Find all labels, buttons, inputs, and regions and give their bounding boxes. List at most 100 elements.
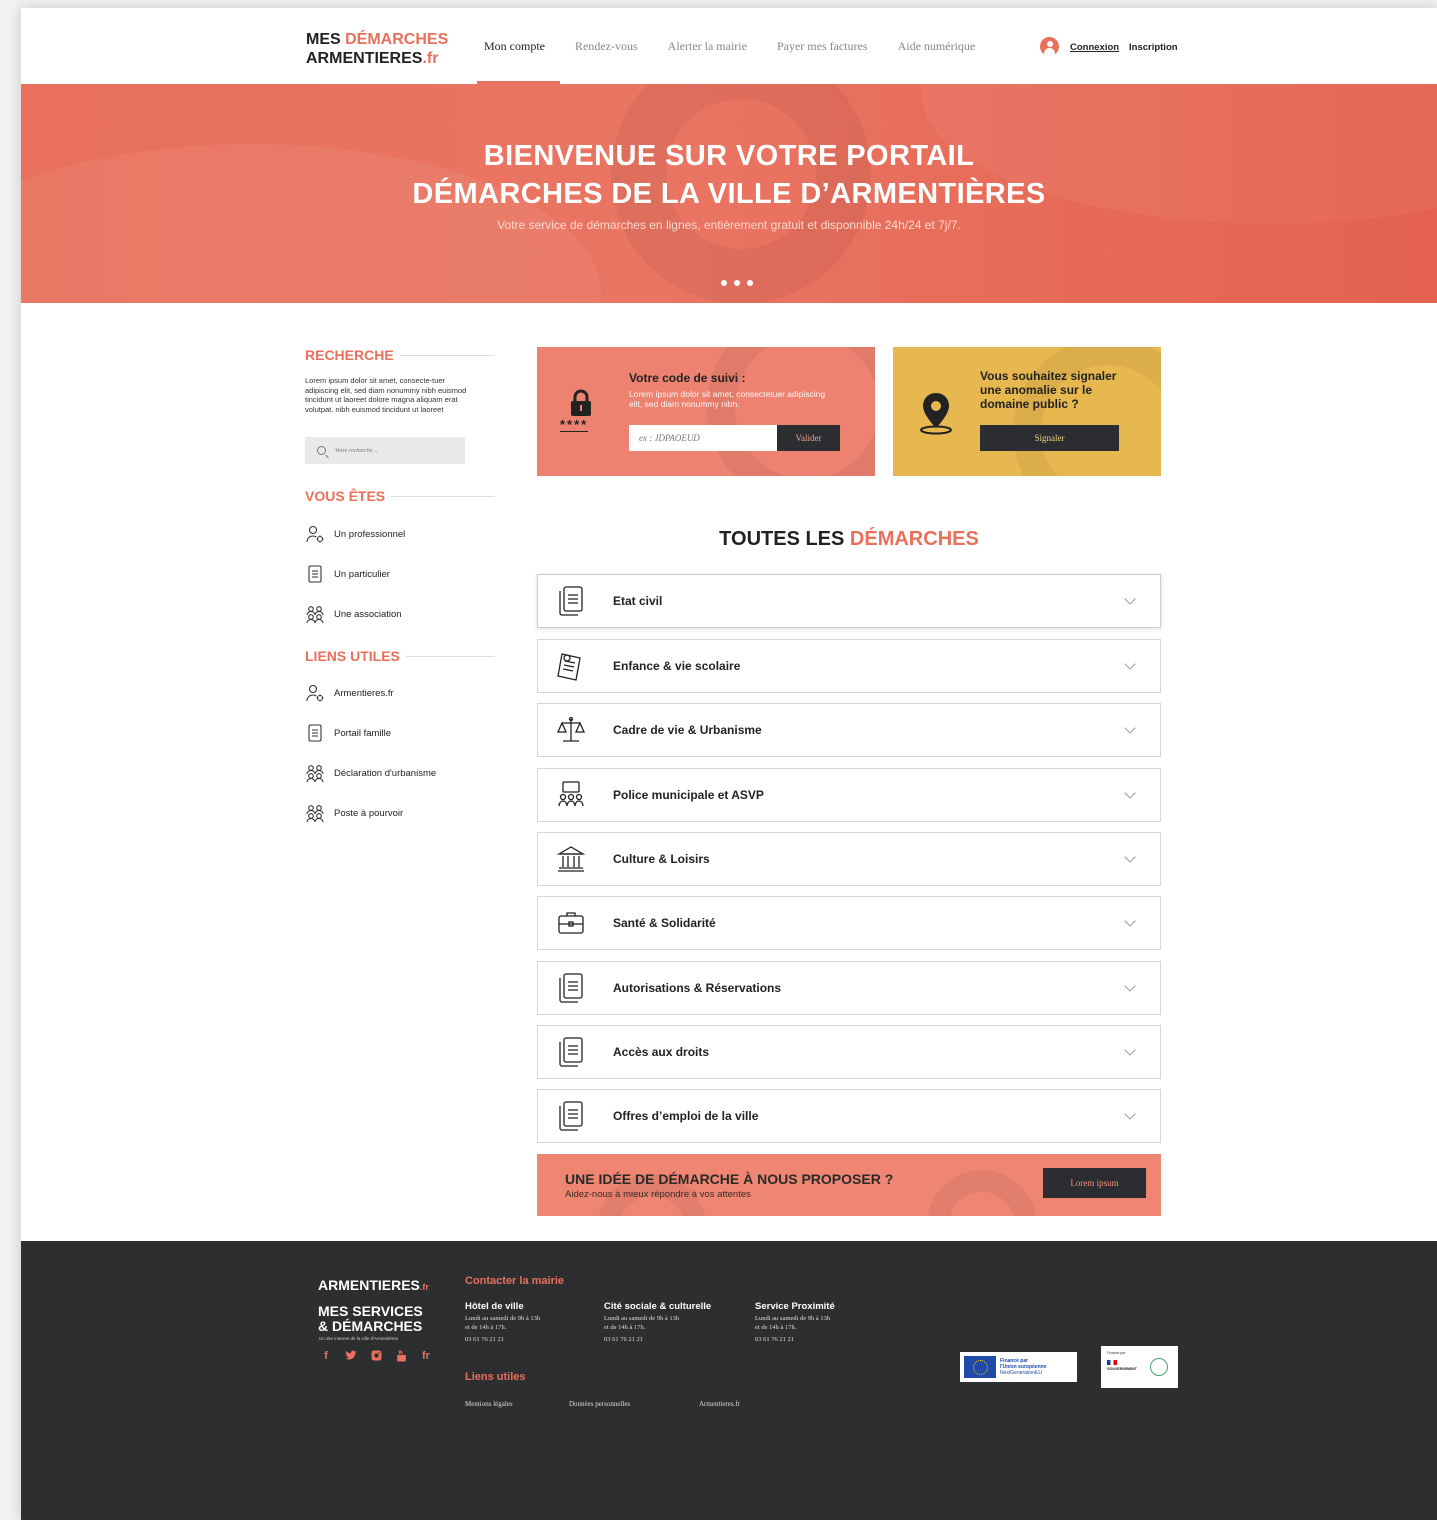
social-links: f fr [319, 1350, 433, 1365]
sidebar-link-urbanisme[interactable]: Déclaration d'urbanisme [305, 753, 436, 793]
sidebar-item-label: Poste à pourvoir [334, 807, 404, 819]
contact-phone[interactable]: 03 61 76 21 21 [465, 1336, 540, 1343]
report-anomaly-card: Vous souhaitez signaler une anomalie sur… [893, 347, 1161, 476]
sidebar-link-poste[interactable]: Poste à pourvoir [305, 793, 436, 833]
contact-phone[interactable]: 03 61 76 21 21 [755, 1336, 835, 1343]
card-title: Votre code de suivi : [629, 371, 746, 385]
footer-logo-services[interactable]: MES SERVICES & DÉMARCHES [318, 1304, 423, 1334]
hero-banner: BIENVENUE SUR VOTRE PORTAIL DÉMARCHES DE… [21, 84, 1437, 303]
sidebar-item-label: Un professionnel [334, 528, 406, 540]
contact-hours: Lundi au samedi de 9h à 13h [604, 1315, 680, 1322]
section-title-text: RECHERCHE [305, 347, 394, 363]
carousel-dots [721, 280, 753, 286]
facebook-icon[interactable]: f [319, 1350, 333, 1365]
sidebar-item-association[interactable]: Une association [305, 594, 405, 634]
footer-logo-suffix: .fr [419, 1282, 429, 1292]
accordion-cadre-de-vie[interactable]: Cadre de vie & Urbanisme [537, 703, 1161, 757]
nav-rendez-vous[interactable]: Rendez-vous [560, 8, 653, 84]
instagram-icon[interactable] [369, 1350, 383, 1365]
footer-logo-armentieres[interactable]: ARMENTIERES.fr [318, 1277, 429, 1293]
group-icon [306, 805, 324, 823]
link-armentieres[interactable]: Armentieres.fr [699, 1400, 740, 1408]
card-decoration [1013, 347, 1161, 476]
footer-logo-line: & DÉMARCHES [318, 1318, 423, 1334]
accordion-sante[interactable]: Santé & Solidarité [537, 896, 1161, 950]
search-box[interactable] [305, 437, 465, 464]
title-accent: DÉMARCHES [849, 528, 979, 550]
nav-mon-compte[interactable]: Mon compte [469, 8, 560, 84]
footer-links-title: Liens utiles [465, 1371, 526, 1383]
chevron-down-icon [1124, 1044, 1136, 1056]
idea-title: UNE IDÉE DE DÉMARCHE À NOUS PROPOSER ? [565, 1171, 894, 1187]
accordion-police[interactable]: Police municipale et ASVP [537, 768, 1161, 822]
card-description: Lorem ipsum dolor sit amet, consectetuer… [629, 389, 826, 409]
link-donnees-personnelles[interactable]: Données personnelles [569, 1400, 630, 1408]
twitter-icon[interactable] [344, 1350, 358, 1365]
accordion-etat-civil[interactable]: Etat civil [537, 574, 1161, 628]
nav-payer-factures[interactable]: Payer mes factures [762, 8, 883, 84]
idea-subtitle: Aidez-nous à mieux répondre à vos attent… [565, 1189, 751, 1200]
gov-badge-name: GOUVERNEMENT [1107, 1367, 1137, 1371]
search-section-title: RECHERCHE [305, 347, 495, 363]
page: MES DÉMARCHES ARMENTIERES.fr Mon compte … [21, 8, 1437, 1520]
nav-aide-numerique[interactable]: Aide numérique [883, 8, 991, 84]
validate-button[interactable]: Valider [777, 425, 840, 451]
relance-logo-icon [1150, 1358, 1168, 1376]
sidebar-link-armentieres[interactable]: Armentieres.fr [305, 673, 436, 713]
eu-badge-text: Financé par l'Union européenne NextGener… [1000, 1358, 1046, 1376]
section-title-text: LIENS UTILES [305, 648, 400, 664]
accordion-autorisations[interactable]: Autorisations & Réservations [537, 961, 1161, 1015]
accordion-offres-emploi[interactable]: Offres d’emploi de la ville [537, 1089, 1161, 1143]
logo-text: MES [306, 31, 346, 48]
sidebar-item-particulier[interactable]: Un particulier [305, 554, 405, 594]
card-title: Vous souhaitez signaler une anomalie sur… [980, 369, 1117, 411]
logo-text: ARMENTIERES [306, 50, 423, 67]
idea-button[interactable]: Lorem ipsum [1043, 1168, 1146, 1198]
section-title-text: VOUS ÊTES [305, 488, 386, 504]
sidebar-item-professionnel[interactable]: Un professionnel [305, 514, 405, 554]
document-icon [559, 973, 583, 1003]
contact-service-proximite: Service Proximité Lundi au samedi de 9h … [755, 1301, 835, 1343]
accordion-acces-droits[interactable]: Accès aux droits [537, 1025, 1161, 1079]
nav-alerter-mairie[interactable]: Alerter la mairie [653, 8, 762, 84]
carousel-dot[interactable] [721, 280, 727, 286]
contact-hours: Lundi au samedi de 9h à 13h [465, 1315, 541, 1322]
signup-link[interactable]: Inscription [1129, 42, 1178, 53]
logo-text-accent: DÉMARCHES [345, 31, 449, 48]
logo-suffix: .fr [422, 50, 439, 67]
hero-title: DÉMARCHES DE LA VILLE D’ARMENTIÈRES [412, 178, 1046, 210]
login-link[interactable]: Connexion [1070, 42, 1119, 53]
carousel-dot[interactable] [747, 280, 753, 286]
site-logo[interactable]: MES DÉMARCHES ARMENTIERES.fr [306, 30, 448, 68]
contact-phone[interactable]: 03 61 76 21 21 [604, 1336, 711, 1343]
footer-logo-tagline: Un site internet de la ville d'Armentièr… [319, 1336, 399, 1341]
banner-decoration [927, 1170, 1037, 1216]
accordion-label: Enfance & vie scolaire [613, 659, 741, 673]
government-badge: Financé par GOUVERNEMENT [1101, 1346, 1178, 1388]
report-button[interactable]: Signaler [980, 425, 1119, 451]
tracking-code-input[interactable] [629, 425, 777, 451]
accordion-label: Cadre de vie & Urbanisme [613, 723, 762, 737]
group-icon [306, 765, 324, 783]
user-icon[interactable] [1040, 37, 1059, 56]
accordion-enfance[interactable]: Enfance & vie scolaire [537, 639, 1161, 693]
youtube-icon[interactable] [394, 1350, 408, 1365]
fr-icon[interactable]: fr [419, 1350, 433, 1365]
document-icon [559, 1037, 583, 1067]
carousel-dot[interactable] [734, 280, 740, 286]
link-mentions-legales[interactable]: Mentions légales [465, 1400, 513, 1408]
code-stars: **** [560, 417, 589, 432]
user-gear-icon [306, 525, 324, 543]
sidebar-link-portail-famille[interactable]: Portail famille [305, 713, 436, 753]
accordion-label: Santé & Solidarité [613, 916, 716, 930]
sidebar-item-label: Déclaration d'urbanisme [334, 767, 437, 779]
gov-badge-text: Financé par [1107, 1351, 1126, 1355]
chevron-down-icon [1124, 1108, 1136, 1120]
title-text: TOUTES LES [719, 528, 850, 550]
divider [399, 354, 495, 356]
group-icon [306, 606, 324, 624]
search-input[interactable] [335, 447, 455, 454]
demarches-title: TOUTES LES DÉMARCHES [537, 528, 1161, 551]
accordion-culture[interactable]: Culture & Loisirs [537, 832, 1161, 886]
lock-icon [571, 389, 591, 416]
